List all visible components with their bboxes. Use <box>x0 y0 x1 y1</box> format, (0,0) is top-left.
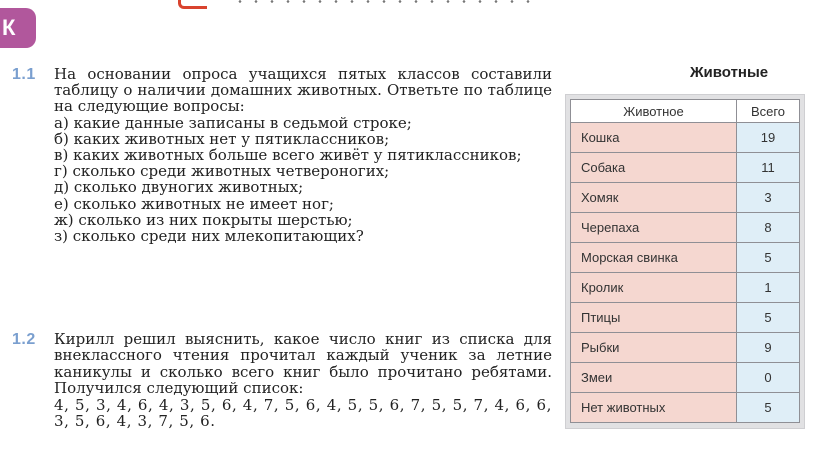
animal-name: Черепаха <box>570 212 737 243</box>
table-row: Морская свинка 5 <box>570 242 800 273</box>
question-item: д) сколько двуногих животных; <box>54 178 304 197</box>
animal-name: Хомяк <box>570 182 737 213</box>
animals-table-frame: Животное Всего Кошка 19 Собака 11 Хомяк 3 Ч… <box>565 94 805 429</box>
animals-table: Животное Всего Кошка 19 Собака 11 Хомяк 3 Ч… <box>570 99 800 423</box>
animal-count: 5 <box>736 242 800 273</box>
question-item: з) сколько среди них млекопитающих? <box>54 227 364 246</box>
table-title: Животные <box>690 64 769 81</box>
table-row: Змеи 0 <box>570 362 800 393</box>
problem-1: 1.1 На основании опроса учащихся пятых к… <box>12 66 552 244</box>
animal-name: Змеи <box>570 362 737 393</box>
column-header-animal: Животное <box>570 99 737 123</box>
problem-2: 1.2 Кирилл решил выяснить, какое число к… <box>12 331 552 429</box>
problem-number: 1.2 <box>12 331 36 348</box>
column-header-total: Всего <box>736 99 800 123</box>
animal-count: 9 <box>736 332 800 363</box>
table-row: Собака 11 <box>570 152 800 183</box>
animal-name: Собака <box>570 152 737 183</box>
animal-name: Кролик <box>570 272 737 303</box>
question-list: а) какие данные записаны в седьмой строк… <box>54 113 552 246</box>
animal-name: Птицы <box>570 302 737 333</box>
question-item: в) каких животных больше всего живёт у п… <box>54 146 522 165</box>
animal-name: Кошка <box>570 122 737 153</box>
animal-name: Нет животных <box>570 392 737 423</box>
animal-count: 0 <box>736 362 800 393</box>
table-row: Кролик 1 <box>570 272 800 303</box>
table-header-row: Животное Всего <box>570 99 800 123</box>
problem-intro: На основании опроса учащихся пятых класс… <box>54 65 552 116</box>
animal-count: 19 <box>736 122 800 153</box>
number-sequence: 4, 5, 3, 4, 6, 4, 3, 5, 6, 4, 7, 5, 6, 4… <box>54 395 552 431</box>
table-row: Кошка 19 <box>570 122 800 153</box>
problem-text: Кирилл решил выяснить, какое число книг … <box>54 330 552 398</box>
animal-name: Рыбки <box>570 332 737 363</box>
table-row: Нет животных 5 <box>570 392 800 423</box>
header-dotted-line <box>232 0 542 3</box>
animal-name: Морская свинка <box>570 242 737 273</box>
question-item: б) каких животных нет у пятиклассников; <box>54 129 390 148</box>
animal-count: 11 <box>736 152 800 183</box>
animal-count: 5 <box>736 392 800 423</box>
question-item: г) сколько среди животных четвероногих; <box>54 162 390 181</box>
animal-count: 3 <box>736 182 800 213</box>
animal-count: 5 <box>736 302 800 333</box>
table-row: Хомяк 3 <box>570 182 800 213</box>
problem-number: 1.1 <box>12 66 36 83</box>
table-row: Птицы 5 <box>570 302 800 333</box>
table-row: Рыбки 9 <box>570 332 800 363</box>
question-item: ж) сколько из них покрыты шерстью; <box>54 210 353 229</box>
animal-count: 8 <box>736 212 800 243</box>
section-tab: К <box>0 8 36 48</box>
animal-count: 1 <box>736 272 800 303</box>
question-item: а) какие данные записаны в седьмой строк… <box>54 113 412 132</box>
question-item: е) сколько животных не имеет ног; <box>54 194 334 213</box>
header-decoration <box>178 0 207 9</box>
table-row: Черепаха 8 <box>570 212 800 243</box>
